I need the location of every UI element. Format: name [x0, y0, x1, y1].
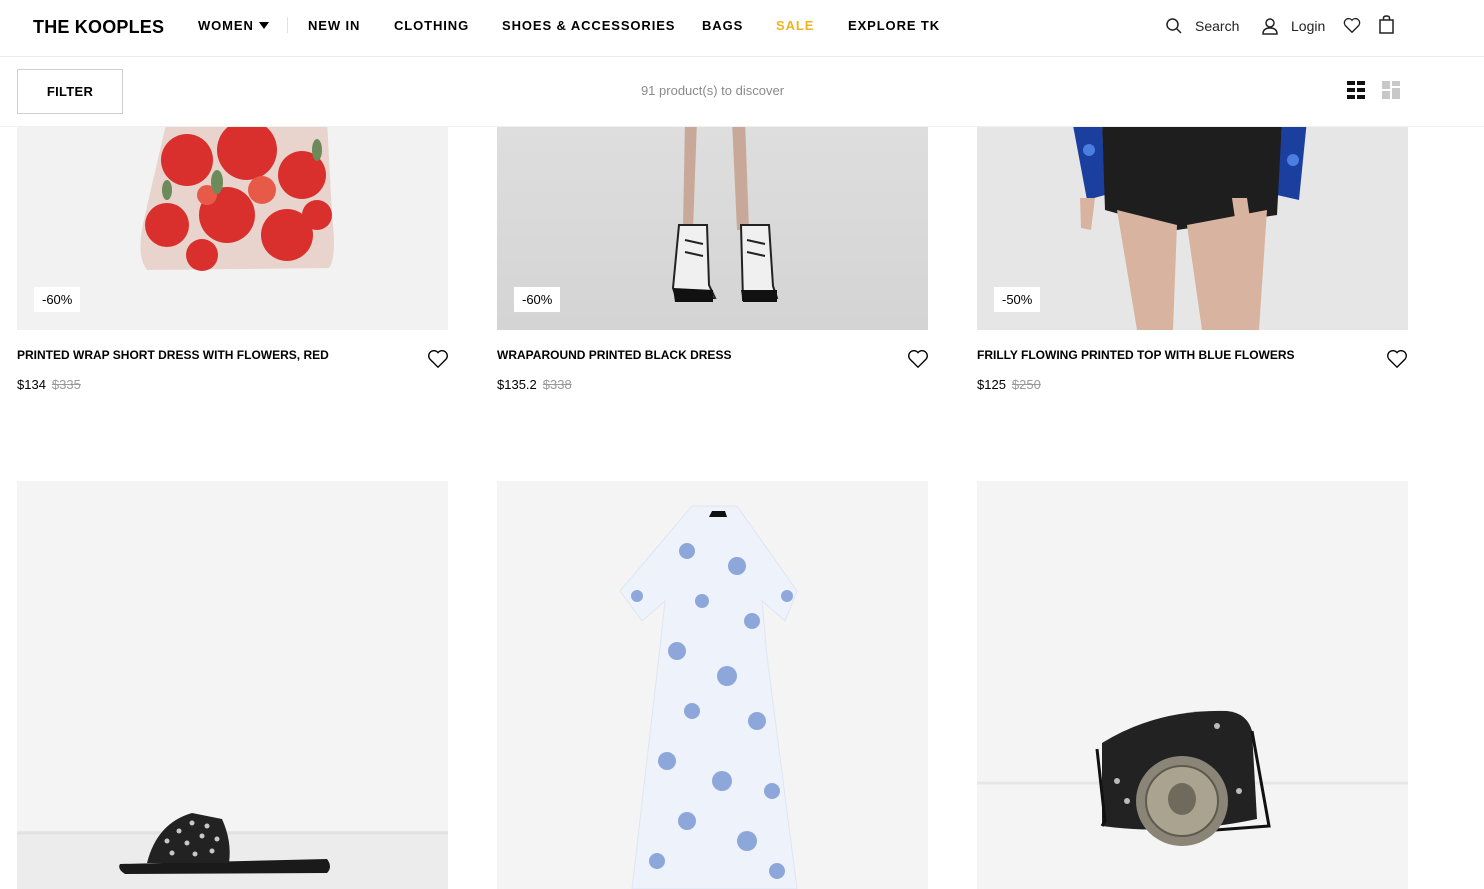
current-price: $135.2 [497, 377, 537, 392]
discount-badge: -60% [514, 287, 561, 312]
nav-item-shoes-accessories[interactable]: SHOES & ACCESSORIES [502, 18, 675, 33]
product-price: $134 $335 [17, 377, 81, 392]
caret-down-icon [258, 22, 269, 29]
nav-item-women[interactable]: WOMEN [198, 18, 269, 33]
search-label: Search [1195, 18, 1240, 34]
brand-logo[interactable]: THE KOOPLES [33, 17, 164, 38]
cart-button[interactable] [1379, 15, 1394, 34]
product-image[interactable] [497, 481, 928, 889]
wishlist-heart-icon[interactable] [1386, 349, 1408, 374]
search-button[interactable]: Search [1165, 17, 1239, 35]
discount-badge: -60% [34, 287, 81, 312]
product-card[interactable] [17, 481, 448, 889]
studded-sandal-image [17, 481, 448, 889]
site-header: THE KOOPLES WOMEN NEW IN CLOTHING SHOES … [0, 0, 1484, 57]
wishlist-heart-icon[interactable] [907, 349, 929, 374]
grid-large-view-icon[interactable] [1382, 81, 1400, 104]
wishlist-heart-icon[interactable] [427, 349, 449, 374]
product-card[interactable] [977, 481, 1408, 889]
product-card[interactable] [497, 481, 928, 889]
login-label: Login [1291, 18, 1326, 34]
product-name[interactable]: PRINTED WRAP SHORT DRESS WITH FLOWERS, R… [17, 348, 329, 362]
login-button[interactable]: Login [1261, 17, 1325, 35]
nav-divider [287, 17, 288, 33]
heart-icon [1343, 17, 1361, 34]
original-price: $338 [542, 377, 572, 392]
grid-small-view-icon[interactable] [1347, 81, 1365, 104]
original-price: $335 [51, 377, 81, 392]
nav-item-clothing[interactable]: CLOTHING [394, 18, 469, 33]
wishlist-button[interactable] [1343, 17, 1361, 34]
product-count: 91 product(s) to discover [640, 83, 785, 98]
product-name[interactable]: WRAPAROUND PRINTED BLACK DRESS [497, 348, 731, 362]
product-price: $125 $250 [977, 377, 1041, 392]
product-price: $135.2 $338 [497, 377, 572, 392]
belt-silver-buckle-image [977, 481, 1408, 889]
current-price: $125 [977, 377, 1006, 392]
nav-item-bags[interactable]: BAGS [702, 18, 743, 33]
product-image[interactable] [17, 481, 448, 889]
discount-badge: -50% [994, 287, 1041, 312]
search-icon [1165, 17, 1183, 35]
product-name[interactable]: FRILLY FLOWING PRINTED TOP WITH BLUE FLO… [977, 348, 1295, 362]
nav-item-new-in[interactable]: NEW IN [308, 18, 360, 33]
bag-icon [1379, 15, 1394, 34]
nav-item-sale[interactable]: SALE [776, 18, 814, 33]
nav-label: WOMEN [198, 18, 254, 33]
filter-bar: FILTER 91 product(s) to discover [0, 57, 1484, 127]
nav-item-explore-tk[interactable]: EXPLORE TK [848, 18, 940, 33]
user-icon [1261, 17, 1279, 35]
original-price: $250 [1011, 377, 1041, 392]
blue-floral-maxi-dress-image [497, 481, 928, 889]
current-price: $134 [17, 377, 46, 392]
product-image[interactable] [977, 481, 1408, 889]
product-grid: -60% PRINTED WRAP SHORT DRESS WITH FLOWE… [0, 0, 1484, 889]
